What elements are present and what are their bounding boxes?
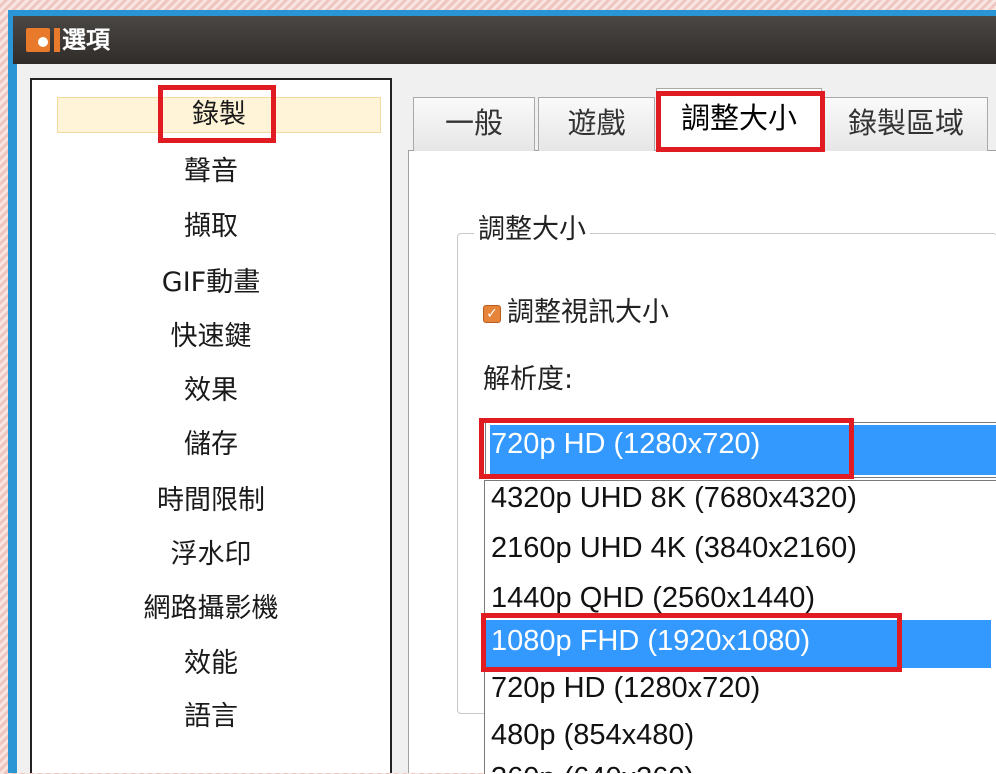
tab-record-area[interactable]: 錄製區域	[824, 97, 988, 151]
tab-general[interactable]: 一般	[413, 97, 535, 151]
category-item-effects[interactable]: 效果	[32, 374, 390, 408]
resolution-label: 解析度:	[483, 364, 574, 395]
category-item-language[interactable]: 語言	[32, 700, 390, 734]
title-bar[interactable]	[13, 16, 996, 64]
annotation-box-resize-tab	[656, 91, 825, 152]
resolution-option[interactable]: 480p (854x480)	[491, 717, 996, 755]
annotation-box-1080p	[481, 613, 902, 672]
category-item-watermark[interactable]: 浮水印	[32, 538, 390, 572]
category-list[interactable]: 錄製 聲音 擷取 GIF動畫 快速鍵 效果 儲存 時間限制 浮水印 網路攝影機 …	[30, 78, 392, 773]
category-item-save[interactable]: 儲存	[32, 428, 390, 462]
window-title: 選項	[62, 26, 110, 54]
category-item-webcam[interactable]: 網路攝影機	[32, 592, 390, 626]
resize-video-label[interactable]: 調整視訊大小	[507, 296, 669, 330]
resolution-option[interactable]: 2160p UHD 4K (3840x2160)	[491, 530, 996, 568]
resize-group-title: 調整大小	[474, 213, 590, 247]
resize-video-checkbox[interactable]: ✓	[483, 305, 501, 323]
resolution-option[interactable]: 4320p UHD 8K (7680x4320)	[491, 480, 996, 518]
annotation-box-record	[158, 85, 276, 143]
category-item-capture[interactable]: 擷取	[32, 210, 390, 244]
annotation-box-selected-value	[479, 418, 854, 479]
resolution-option[interactable]: 360p (640x360)	[491, 760, 996, 773]
category-item-time-limit[interactable]: 時間限制	[32, 484, 390, 518]
resolution-option[interactable]: 720p HD (1280x720)	[491, 670, 996, 708]
category-item-performance[interactable]: 效能	[32, 647, 390, 681]
category-item-sound[interactable]: 聲音	[32, 155, 390, 189]
app-logo-icon	[20, 26, 66, 54]
category-item-hotkeys[interactable]: 快速鍵	[32, 320, 390, 354]
category-item-gif[interactable]: GIF動畫	[32, 266, 390, 300]
tab-game[interactable]: 遊戲	[538, 97, 655, 151]
